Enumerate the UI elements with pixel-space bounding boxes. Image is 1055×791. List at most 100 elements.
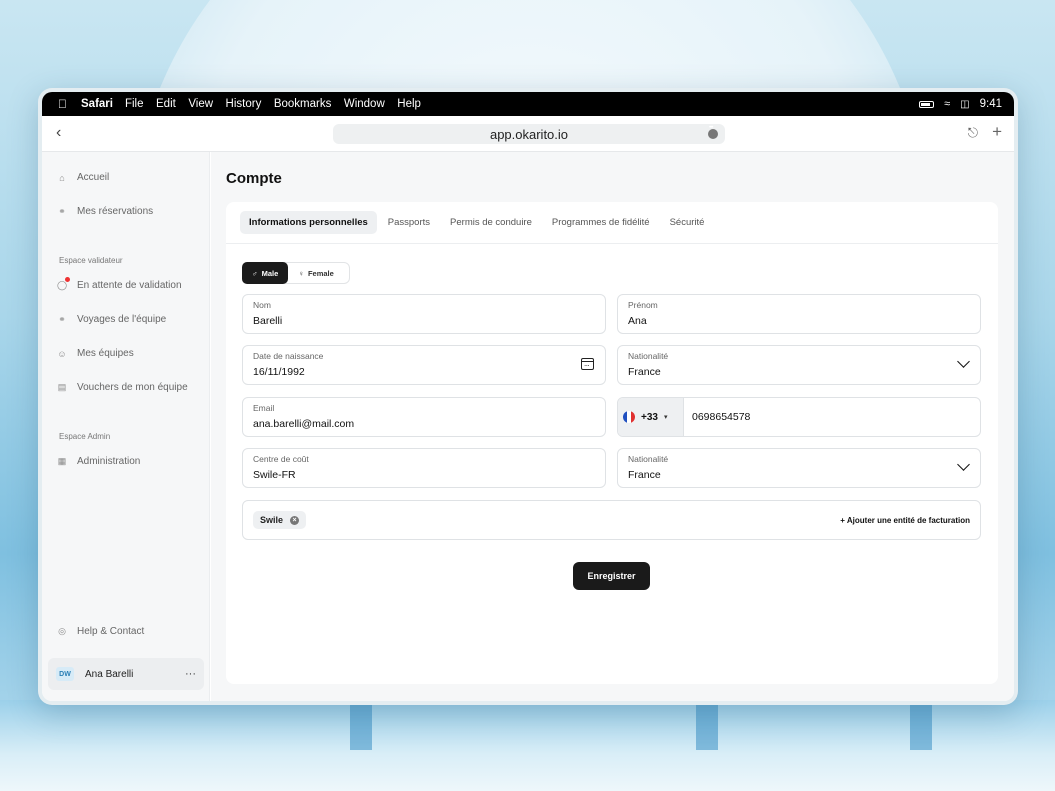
field-label: Date de naissance xyxy=(253,351,324,361)
menu-history[interactable]: History xyxy=(226,98,262,110)
wifi-icon[interactable]: ≈ xyxy=(944,98,950,110)
menu-app-name[interactable]: Safari xyxy=(81,98,113,110)
sidebar-item-label: Mes réservations xyxy=(77,206,154,217)
field-label: Nationalité xyxy=(628,454,669,464)
gender-toggle: ♂ Male ♀ Female xyxy=(242,262,350,284)
team-icon: ☺ xyxy=(57,348,67,359)
planet-icon: ⚭ xyxy=(58,206,66,216)
tab-loyalty-programs[interactable]: Programmes de fidélité xyxy=(543,211,659,234)
male-icon: ♂ xyxy=(252,268,258,278)
field-value: France xyxy=(628,469,661,481)
notification-dot xyxy=(65,277,70,282)
ticket-icon: ▤ xyxy=(57,382,67,392)
menu-file[interactable]: File xyxy=(125,98,144,110)
sidebar: ⌂ Accueil ⚭ Mes réservations Espace vali… xyxy=(42,152,210,701)
background-pillar xyxy=(910,700,932,750)
add-billing-entity-button[interactable]: + Ajouter une entité de facturation xyxy=(840,516,970,525)
field-value: Ana xyxy=(628,315,647,327)
gender-female-label: Female xyxy=(307,268,334,278)
url-bar[interactable]: app.okarito.io xyxy=(333,124,725,144)
sidebar-item-help[interactable]: ◎ Help & Contact xyxy=(56,626,144,637)
sidebar-item-vouchers[interactable]: ▤ Vouchers de mon équipe xyxy=(56,382,188,393)
screen:  Safari File Edit View History Bookmark… xyxy=(42,92,1014,701)
clock[interactable]: 9:41 xyxy=(980,98,1002,110)
battery-icon[interactable] xyxy=(919,100,935,108)
field-value: Barelli xyxy=(253,315,283,327)
mac-menubar:  Safari File Edit View History Bookmark… xyxy=(42,92,1014,116)
user-card[interactable]: DW Ana Barelli ··· xyxy=(48,658,204,690)
pending-icon: ◯ xyxy=(56,277,70,291)
gender-female-button[interactable]: ♀ Female xyxy=(288,262,343,284)
sidebar-item-administration[interactable]: ▦ Administration xyxy=(56,456,141,467)
female-icon: ♀ xyxy=(298,268,304,278)
sidebar-item-label: Mes équipes xyxy=(77,348,134,359)
menu-bookmarks[interactable]: Bookmarks xyxy=(274,98,332,110)
sidebar-item-team-trips[interactable]: ⚭ Voyages de l'équipe xyxy=(56,314,166,325)
tablet-frame:  Safari File Edit View History Bookmark… xyxy=(38,88,1018,705)
calendar-icon[interactable] xyxy=(581,358,594,370)
menu-edit[interactable]: Edit xyxy=(156,98,176,110)
sidebar-item-pending[interactable]: ◯ En attente de validation xyxy=(56,277,182,291)
building-icon: ▦ xyxy=(57,456,67,466)
url-text: app.okarito.io xyxy=(489,126,569,142)
planet-icon: ⚭ xyxy=(58,314,66,324)
nationality-select[interactable]: Nationalité France xyxy=(617,345,981,385)
date-of-birth-field[interactable]: Date de naissance 16/11/1992 xyxy=(242,345,606,385)
globe-icon: ◎ xyxy=(58,626,66,636)
section-validator: Espace validateur xyxy=(59,256,123,265)
france-flag-icon xyxy=(623,411,635,423)
phone-number-input[interactable]: 0698654578 xyxy=(692,411,750,423)
billing-entities-field: Swile × + Ajouter une entité de facturat… xyxy=(242,500,981,540)
phone-field: +33 ▾ 0698654578 xyxy=(617,397,981,437)
share-icon[interactable]: ⎋ xyxy=(968,125,978,141)
sidebar-item-teams[interactable]: ☺ Mes équipes xyxy=(56,348,134,359)
country-code-select[interactable]: +33 ▾ xyxy=(618,398,684,436)
sidebar-item-reservations[interactable]: ⚭ Mes réservations xyxy=(56,206,153,217)
caret-down-icon: ▾ xyxy=(663,414,668,421)
field-value: France xyxy=(628,366,661,378)
tab-security[interactable]: Sécurité xyxy=(661,211,714,234)
sidebar-item-label: Vouchers de mon équipe xyxy=(77,382,188,393)
field-value: Swile-FR xyxy=(253,469,296,481)
background-pillar xyxy=(350,700,372,750)
avatar: DW xyxy=(56,667,74,681)
sidebar-item-accueil[interactable]: ⌂ Accueil xyxy=(56,172,109,183)
menu-window[interactable]: Window xyxy=(344,98,385,110)
control-center-icon[interactable]: ◫ xyxy=(960,99,969,110)
section-admin: Espace Admin xyxy=(59,432,111,441)
gender-male-button[interactable]: ♂ Male xyxy=(242,262,289,284)
browser-toolbar: ‹ app.okarito.io ⎋ + xyxy=(42,116,1014,152)
chip-label: Swile xyxy=(260,515,284,525)
field-label: Prénom xyxy=(628,300,658,310)
page-menu-icon[interactable] xyxy=(708,125,718,139)
nom-field[interactable]: Nom Barelli xyxy=(242,294,606,334)
prenom-field[interactable]: Prénom Ana xyxy=(617,294,981,334)
tab-driving-license[interactable]: Permis de conduire xyxy=(441,211,541,234)
tab-personal-info[interactable]: Informations personnelles xyxy=(240,211,377,234)
menu-view[interactable]: View xyxy=(188,98,213,110)
gender-male-label: Male xyxy=(261,268,279,278)
new-tab-icon[interactable]: + xyxy=(992,122,1002,142)
status-area: ≈ ◫ 9:41 xyxy=(919,98,1002,110)
tab-passports[interactable]: Passports xyxy=(379,211,439,234)
back-icon[interactable]: ‹ xyxy=(56,124,61,142)
background-pillar xyxy=(696,700,718,750)
main-content: Compte Informations personnelles Passpor… xyxy=(211,152,1014,701)
billing-entity-chip[interactable]: Swile × xyxy=(253,511,307,529)
field-value: ana.barelli@mail.com xyxy=(253,418,355,430)
remove-chip-icon[interactable]: × xyxy=(290,515,300,525)
sidebar-item-label: Help & Contact xyxy=(77,626,145,637)
email-field[interactable]: Email ana.barelli@mail.com xyxy=(242,397,606,437)
save-button[interactable]: Enregistrer xyxy=(573,562,650,590)
background-floor xyxy=(0,700,1055,791)
apple-icon[interactable]:  xyxy=(58,97,67,111)
nationality-select-2[interactable]: Nationalité France xyxy=(617,448,981,488)
more-icon[interactable]: ··· xyxy=(185,668,196,680)
account-card: Informations personnelles Passports Perm… xyxy=(226,202,998,684)
field-label: Nationalité xyxy=(628,351,669,361)
home-icon: ⌂ xyxy=(59,172,65,183)
menu-help[interactable]: Help xyxy=(397,98,421,110)
sidebar-item-label: En attente de validation xyxy=(77,280,182,291)
field-value: 16/11/1992 xyxy=(253,366,305,378)
cost-center-field[interactable]: Centre de coût Swile-FR xyxy=(242,448,606,488)
